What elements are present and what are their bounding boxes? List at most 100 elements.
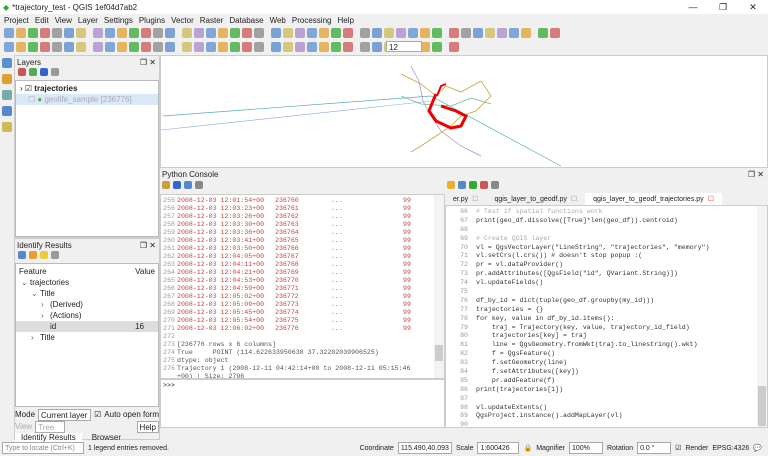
toolbar-tool-icon[interactable]: [206, 28, 216, 38]
expand-icon[interactable]: [51, 68, 59, 76]
menu-layer[interactable]: Layer: [78, 16, 98, 25]
toolbar-tool-icon[interactable]: [295, 42, 305, 52]
coordinate-field[interactable]: 115.490,40.093: [397, 442, 452, 454]
minimize-button[interactable]: —: [678, 0, 708, 14]
scale-field[interactable]: 1:600426: [477, 442, 520, 454]
toolbar-tool-icon[interactable]: [218, 42, 228, 52]
toolbar-tool-icon[interactable]: [93, 42, 103, 52]
settings-icon[interactable]: [195, 181, 203, 189]
run-script-icon[interactable]: [469, 181, 477, 189]
toolbar-tool-icon[interactable]: [331, 28, 341, 38]
toolbar-tool-icon[interactable]: [283, 28, 293, 38]
toolbar-tool-icon[interactable]: [194, 28, 204, 38]
panel-close-icon[interactable]: ❐ ✕: [748, 170, 764, 179]
chevron-right-icon[interactable]: ›: [31, 332, 40, 343]
toolbar-tool-icon[interactable]: [16, 42, 26, 52]
messages-icon[interactable]: 💬: [753, 444, 762, 452]
toolbar-tool-icon[interactable]: [165, 28, 175, 38]
toolbar-tool-icon[interactable]: [319, 42, 329, 52]
toolbar-tool-icon[interactable]: [230, 28, 240, 38]
open-file-icon[interactable]: [447, 181, 455, 189]
toolbar-tool-icon[interactable]: [16, 28, 26, 38]
menu-plugins[interactable]: Plugins: [139, 16, 165, 25]
toolbar-tool-icon[interactable]: [372, 28, 382, 38]
toolbar-tool-icon[interactable]: [4, 42, 14, 52]
maximize-button[interactable]: ❐: [708, 0, 738, 14]
add-raster-icon[interactable]: [2, 74, 12, 84]
toolbar-tool-icon[interactable]: [206, 42, 216, 52]
toolbar-tool-icon[interactable]: [76, 28, 86, 38]
toolbar-tool-icon[interactable]: [396, 28, 406, 38]
menu-database[interactable]: Database: [229, 16, 263, 25]
chevron-down-icon[interactable]: ⌄: [31, 288, 40, 299]
locator-input[interactable]: Type to locate (Ctrl+K): [2, 442, 84, 454]
toolbar-tool-icon[interactable]: [64, 28, 74, 38]
layer-item-trajectories[interactable]: › ☑ trajectories: [16, 83, 158, 94]
identify-row[interactable]: › (Derived): [16, 299, 158, 310]
rotation-field[interactable]: 0.0 °: [637, 442, 672, 454]
toolbar-tool-icon[interactable]: [254, 28, 264, 38]
toolbar-tool-icon[interactable]: [93, 28, 103, 38]
toolbar-tool-icon[interactable]: [307, 42, 317, 52]
toolbar-tool-icon[interactable]: [360, 42, 370, 52]
toolbar-tool-icon[interactable]: [182, 42, 192, 52]
toolbar-tool-icon[interactable]: [461, 28, 471, 38]
toolbar-tool-icon[interactable]: [485, 28, 495, 38]
add-db-icon[interactable]: [2, 122, 12, 132]
chevron-down-icon[interactable]: ⌄: [21, 277, 30, 288]
crs-button[interactable]: EPSG:4326: [712, 445, 749, 452]
toolbar-tool-icon[interactable]: [343, 28, 353, 38]
menu-raster[interactable]: Raster: [200, 16, 224, 25]
identify-row[interactable]: id 16: [16, 321, 158, 332]
toolbar-tool-icon[interactable]: [4, 28, 14, 38]
toolbar-tool-icon[interactable]: [497, 28, 507, 38]
editor-scrollbar[interactable]: [757, 206, 767, 427]
tab-close-icon[interactable]: ☐: [571, 196, 577, 203]
toolbar-tool-icon[interactable]: [242, 42, 252, 52]
toolbar-tool-icon[interactable]: [254, 42, 264, 52]
layer-checkbox[interactable]: ☑: [25, 84, 32, 93]
menu-settings[interactable]: Settings: [104, 16, 133, 25]
code-editor[interactable]: 66 # Test if spatial functions work 67 prin…: [445, 205, 768, 428]
style-icon[interactable]: [18, 68, 26, 76]
menu-project[interactable]: Project: [4, 16, 29, 25]
toolbar-tool-icon[interactable]: [283, 42, 293, 52]
expand-tree-icon[interactable]: [18, 251, 26, 259]
menu-web[interactable]: Web: [270, 16, 286, 25]
tab-close-icon[interactable]: ☐: [708, 196, 714, 203]
add-layer-icon[interactable]: [2, 58, 12, 68]
view-select[interactable]: Tree: [35, 421, 66, 433]
toolbar-tool-icon[interactable]: [420, 28, 430, 38]
toolbar-tool-icon[interactable]: [372, 42, 382, 52]
toolbar-tool-icon[interactable]: [449, 42, 459, 52]
mode-select[interactable]: Current layer: [38, 408, 92, 421]
toolbar-tool-icon[interactable]: [218, 28, 228, 38]
toolbar-tool-icon[interactable]: [242, 28, 252, 38]
identify-row[interactable]: › (Actions): [16, 310, 158, 321]
lock-icon[interactable]: 🔒: [523, 444, 532, 452]
toolbar-tool-icon[interactable]: [129, 28, 139, 38]
clear-icon[interactable]: [162, 181, 170, 189]
magnifier-field[interactable]: 100%: [568, 442, 603, 454]
chevron-right-icon[interactable]: ›: [41, 310, 50, 321]
toolbar-tool-icon[interactable]: [165, 42, 175, 52]
add-group-icon[interactable]: [29, 68, 37, 76]
find-icon[interactable]: [491, 181, 499, 189]
identify-row[interactable]: ⌄ Title: [16, 288, 158, 299]
toolbar-tool-icon[interactable]: [194, 42, 204, 52]
toolbar-tool-icon[interactable]: [40, 28, 50, 38]
toolbar-tool-icon[interactable]: [153, 28, 163, 38]
editor-tab[interactable]: qgis_layer_to_geodf_trajectories.py ☐: [585, 193, 722, 205]
save-icon[interactable]: [458, 181, 466, 189]
identify-row[interactable]: › Title: [16, 332, 158, 343]
toolbar-tool-icon[interactable]: [449, 28, 459, 38]
toolbar-tool-icon[interactable]: [271, 42, 281, 52]
layer-item-geolife[interactable]: ☐ ● geolife_sample [236776]: [16, 94, 158, 105]
toolbar-tool-icon[interactable]: [182, 28, 192, 38]
menu-edit[interactable]: Edit: [35, 16, 49, 25]
toolbar-tool-icon[interactable]: [52, 42, 62, 52]
chevron-right-icon[interactable]: ›: [41, 299, 50, 310]
toolbar-tool-icon[interactable]: [432, 42, 442, 52]
toolbar-tool-icon[interactable]: [28, 42, 38, 52]
toolbar-tool-icon[interactable]: [319, 28, 329, 38]
